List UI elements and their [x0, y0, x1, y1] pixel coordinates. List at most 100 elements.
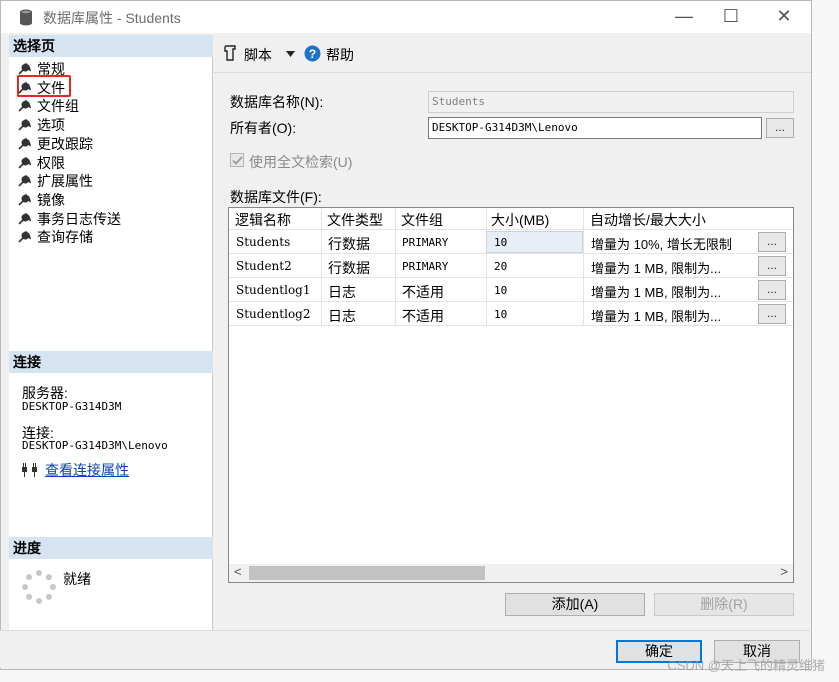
scroll-left-arrow[interactable]: < — [234, 564, 242, 579]
wrench-icon — [18, 156, 31, 169]
toolbar: 脚本 ? 帮助 — [214, 35, 811, 73]
db-files-label: 数据库文件(F): — [230, 189, 322, 205]
table-row[interactable]: Studentlog2 日志 不适用 10 增量为 1 MB, 限制为...... — [229, 302, 793, 326]
horizontal-scrollbar[interactable]: < > — [229, 564, 793, 582]
sidebar-item-label: 查询存储 — [37, 229, 93, 246]
minimize-button[interactable]: — — [661, 1, 707, 33]
owner-label: 所有者(O): — [230, 120, 297, 136]
connection-header: 连接 — [9, 351, 213, 373]
autogrowth-browse-button[interactable]: ... — [758, 280, 786, 300]
title-bar: 数据库属性 - Students — ☐ ✕ — [1, 1, 811, 33]
add-button[interactable]: 添加(A) — [505, 593, 645, 616]
scroll-right-arrow[interactable]: > — [780, 564, 788, 579]
table-row[interactable]: Students 行数据 PRIMARY 10 增量为 10%, 增长无限制... — [229, 230, 793, 254]
table-row[interactable]: Student2 行数据 PRIMARY 20 增量为 1 MB, 限制为...... — [229, 254, 793, 278]
cell-size: 10 — [494, 236, 508, 249]
cell-filegroup: PRIMARY — [402, 236, 449, 249]
scrollbar-thumb[interactable] — [249, 566, 485, 580]
checkmark-icon — [232, 156, 243, 165]
cell-autogrowth: 增量为 1 MB, 限制为... — [591, 285, 722, 300]
remove-button[interactable]: 删除(R) — [654, 593, 794, 616]
help-icon: ? — [304, 45, 321, 62]
selection-highlight — [17, 75, 71, 97]
sidebar-item[interactable]: 更改跟踪 — [17, 135, 93, 153]
autogrowth-browse-button[interactable]: ... — [758, 256, 786, 276]
wrench-icon — [18, 100, 31, 112]
sidebar-item-label: 选项 — [37, 117, 65, 134]
sidebar-item-label: 权限 — [37, 154, 65, 171]
sidebar-item[interactable]: 选项 — [17, 116, 65, 134]
cell-logical-name: Students — [236, 235, 291, 249]
sidebar-item[interactable]: 查询存储 — [17, 228, 93, 246]
sidebar-item[interactable]: 事务日志传送 — [17, 210, 121, 228]
sidebar-item-label: 事务日志传送 — [37, 210, 121, 227]
sidebar-item-label: 镜像 — [37, 191, 65, 208]
cell-file-type: 行数据 — [328, 260, 370, 276]
fulltext-label: 使用全文检索(U) — [249, 154, 353, 170]
sidebar: 选择页 常规 文件 文件组 选项 更改跟踪 权限 扩展属性 镜像 事务日志传送 查询存储 连接 服… — [9, 35, 213, 631]
help-button[interactable]: 帮助 — [326, 45, 354, 65]
cell-size: 10 — [494, 284, 508, 297]
wrench-icon — [18, 231, 31, 243]
cell-size: 10 — [494, 308, 508, 321]
wrench-icon — [18, 119, 31, 131]
wrench-icon — [18, 63, 31, 75]
wrench-icon — [18, 175, 31, 187]
close-button[interactable]: ✕ — [761, 1, 807, 33]
owner-browse-button[interactable]: ... — [766, 118, 794, 138]
cell-file-type: 行数据 — [328, 236, 370, 252]
sidebar-item-label: 文件组 — [37, 98, 79, 115]
cell-file-type: 日志 — [328, 308, 356, 324]
table-row[interactable]: Studentlog1 日志 不适用 10 增量为 1 MB, 限制为...... — [229, 278, 793, 302]
script-button[interactable]: 脚本 — [244, 45, 272, 65]
cell-autogrowth: 增量为 1 MB, 限制为... — [591, 261, 722, 276]
cell-logical-name: Studentlog1 — [236, 283, 311, 297]
view-connection-properties-link[interactable]: 查看连接属性 — [45, 460, 129, 480]
chevron-down-icon[interactable] — [286, 51, 295, 57]
cell-autogrowth: 增量为 10%, 增长无限制 — [591, 237, 732, 252]
fulltext-checkbox[interactable] — [230, 153, 244, 167]
wrench-icon — [18, 212, 31, 225]
watermark: CSDN @天上飞的精灵维猪 — [667, 658, 825, 673]
maximize-button[interactable]: ☐ — [708, 1, 754, 33]
owner-field[interactable]: DESKTOP-G314D3M\Lenovo — [428, 117, 762, 139]
sidebar-item[interactable]: 扩展属性 — [17, 172, 93, 190]
cell-logical-name: Studentlog2 — [236, 307, 311, 321]
wrench-icon — [18, 137, 31, 150]
col-header-autogrowth[interactable]: 自动增长/最大大小 — [590, 210, 706, 230]
sidebar-item[interactable]: 权限 — [17, 154, 65, 172]
database-files-grid: 逻辑名称 文件类型 文件组 大小(MB) 自动增长/最大大小 Students 行… — [228, 207, 794, 583]
sidebar-item-label: 更改跟踪 — [37, 135, 93, 152]
database-icon — [20, 9, 32, 26]
db-name-field[interactable]: Students — [428, 91, 794, 113]
sidebar-item[interactable]: 镜像 — [17, 191, 65, 209]
connection-value: DESKTOP-G314D3M\Lenovo — [22, 439, 168, 452]
window-title: 数据库属性 - Students — [43, 10, 181, 26]
sidebar-item-label: 扩展属性 — [37, 173, 93, 190]
col-header-logical-name[interactable]: 逻辑名称 — [235, 210, 291, 230]
db-name-label: 数据库名称(N): — [230, 94, 324, 110]
cell-logical-name: Student2 — [236, 259, 292, 273]
col-header-file-type[interactable]: 文件类型 — [327, 210, 383, 230]
cell-file-type: 日志 — [328, 284, 356, 300]
col-header-filegroup[interactable]: 文件组 — [401, 210, 443, 230]
plug-icon — [22, 463, 37, 477]
cell-size: 20 — [494, 260, 508, 273]
cell-filegroup: 不适用 — [402, 284, 444, 300]
progress-spinner-icon — [22, 570, 56, 604]
script-icon — [224, 45, 236, 61]
grid-header: 逻辑名称 文件类型 文件组 大小(MB) 自动增长/最大大小 — [229, 208, 793, 230]
autogrowth-browse-button[interactable]: ... — [758, 304, 786, 324]
select-page-header: 选择页 — [9, 35, 213, 57]
cell-filegroup: PRIMARY — [402, 260, 449, 273]
autogrowth-browse-button[interactable]: ... — [758, 232, 786, 252]
svg-text:?: ? — [309, 47, 316, 61]
col-header-size[interactable]: 大小(MB) — [491, 210, 549, 230]
sidebar-item[interactable]: 文件组 — [17, 97, 79, 115]
wrench-icon — [18, 193, 31, 206]
progress-status: 就绪 — [63, 571, 91, 587]
cell-filegroup: 不适用 — [402, 308, 444, 324]
progress-header: 进度 — [9, 537, 213, 559]
cell-autogrowth: 增量为 1 MB, 限制为... — [591, 309, 722, 324]
server-value: DESKTOP-G314D3M — [22, 400, 122, 413]
